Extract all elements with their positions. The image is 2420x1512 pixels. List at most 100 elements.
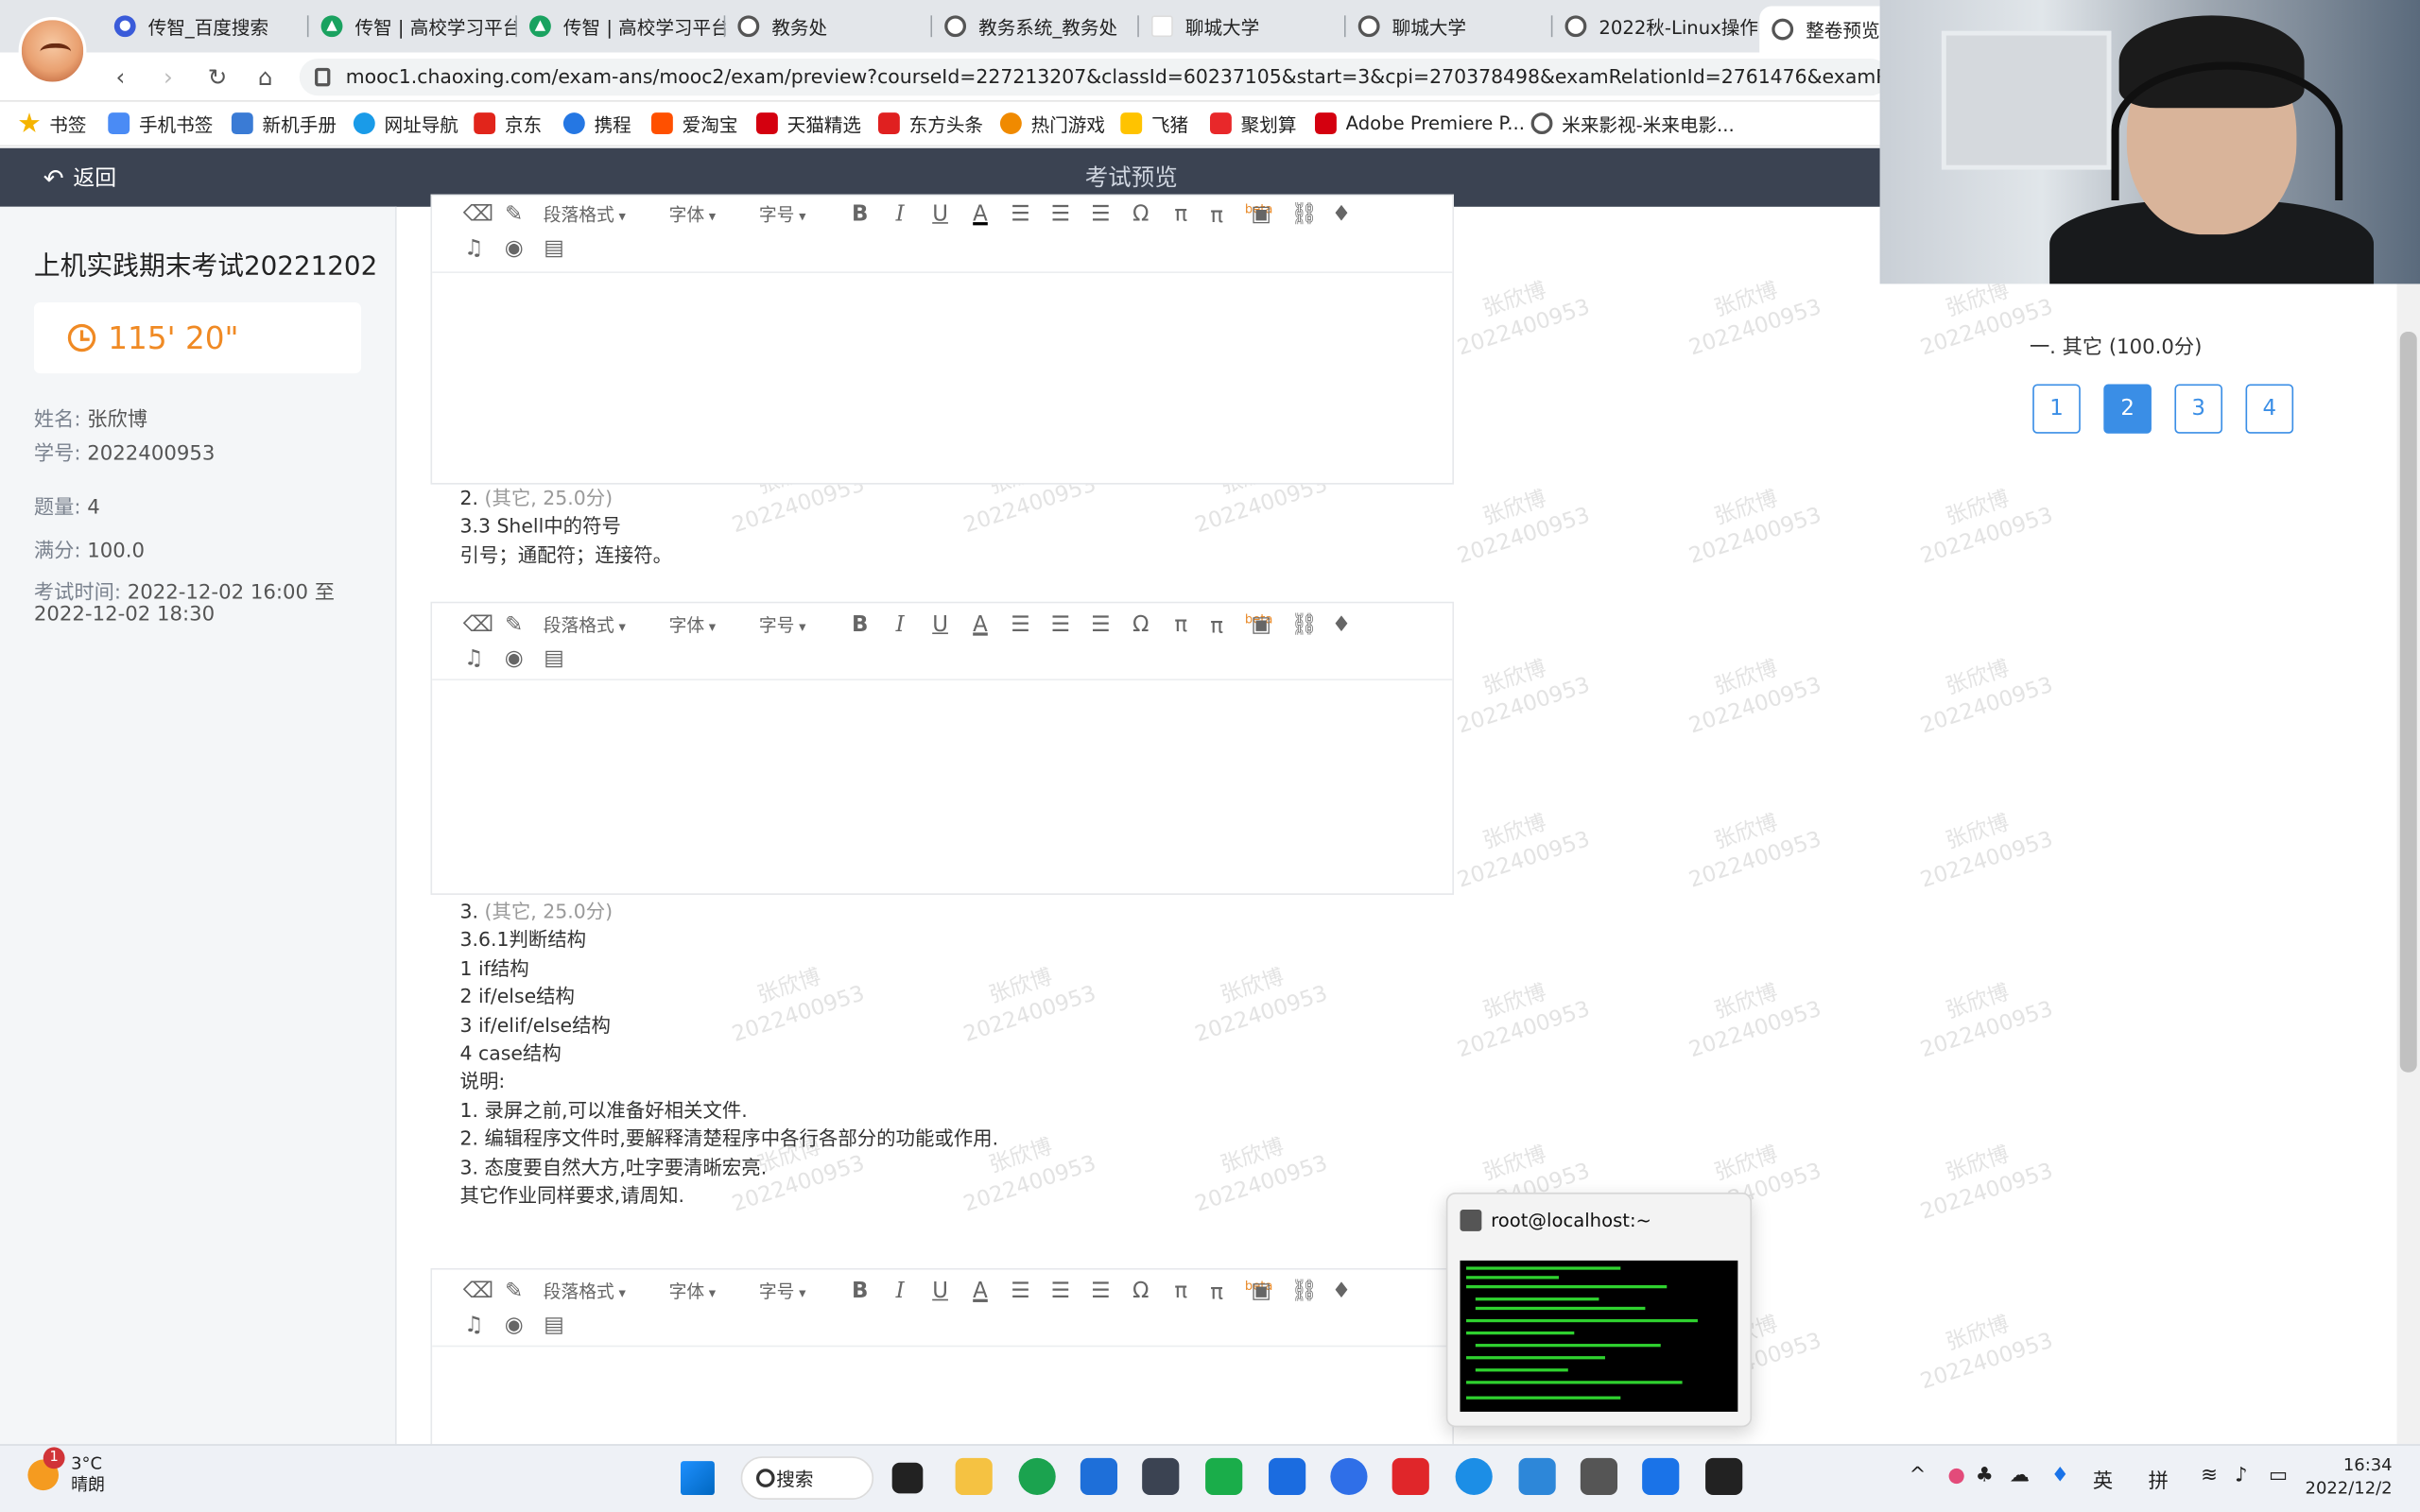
align-center-icon[interactable]: ☰ [1049, 613, 1071, 638]
eraser-icon[interactable]: ⌫ [463, 1280, 493, 1304]
bookmark-item[interactable]: 爱淘宝 [650, 110, 737, 137]
italic-button[interactable]: I [890, 613, 911, 638]
bold-button[interactable]: B [849, 613, 871, 638]
answer-editor[interactable]: ⌫✎ 段落格式 字体 字号 B I U A ☰☰☰ Ω π πbeta ▣⛓♦ … [430, 601, 1454, 895]
link-icon[interactable]: ⛓ [1290, 202, 1318, 227]
answer-editor[interactable]: ⌫✎ 段落格式 字体 字号 B I U A ☰☰☰ Ω π πbeta ▣⛓♦ … [430, 1268, 1454, 1445]
font-dropdown[interactable]: 字体 [669, 202, 717, 227]
browser-tab[interactable]: 聊城大学 [1346, 7, 1553, 46]
image-icon[interactable]: ▣ [1251, 613, 1272, 638]
qq-icon[interactable]: ♣ [1976, 1464, 1994, 1486]
microphone-icon[interactable]: ♦ [1331, 1280, 1353, 1304]
bookmark-item[interactable]: 聚划算 [1210, 110, 1296, 137]
question-nav-button[interactable]: 4 [2245, 384, 2294, 434]
bookmark-item[interactable]: 米来影视-米来电影... [1530, 110, 1735, 137]
align-right-icon[interactable]: ☰ [1090, 613, 1112, 638]
browser-tab[interactable]: 教务系统_教务处 [932, 7, 1139, 46]
forward-nav-icon[interactable]: › [153, 63, 184, 91]
align-left-icon[interactable]: ☰ [1010, 613, 1031, 638]
special-char-button[interactable]: Ω [1130, 202, 1151, 227]
taskbar-window-preview[interactable]: root@localhost:~ [1445, 1193, 1753, 1428]
tray-chevron-icon[interactable]: ^ [1910, 1464, 1927, 1486]
task-view-icon[interactable] [891, 1462, 924, 1494]
battery-icon[interactable]: ▭ [2269, 1464, 2288, 1486]
bookmark-item[interactable]: 东方头条 [877, 110, 983, 137]
link-icon[interactable]: ⛓ [1290, 1280, 1318, 1304]
link-icon[interactable]: ⛓ [1290, 613, 1318, 638]
url-input[interactable]: mooc1.chaoxing.com/exam-ans/mooc2/exam/p… [299, 59, 1890, 96]
question-nav-button[interactable]: 3 [2174, 384, 2223, 434]
lark-icon[interactable] [1269, 1457, 1306, 1496]
font-dropdown[interactable]: 字体 [669, 1280, 717, 1304]
toolbox-icon[interactable]: ▤ [544, 1313, 565, 1337]
ie-browser-icon[interactable] [1455, 1457, 1493, 1496]
microphone-icon[interactable]: ♦ [1331, 202, 1353, 227]
font-size-dropdown[interactable]: 字号 [759, 202, 806, 227]
format-brush-icon[interactable]: ✎ [503, 202, 525, 227]
bookmark-item[interactable]: 手机书签 [108, 110, 213, 137]
music-icon[interactable]: ♫ [463, 1313, 485, 1337]
formula-button[interactable]: π [1170, 1280, 1192, 1304]
wifi-icon[interactable]: ≋ [2201, 1464, 2218, 1486]
netease-music-icon[interactable] [1392, 1457, 1429, 1496]
terminal-app-icon[interactable] [1580, 1457, 1618, 1496]
browser-tab[interactable]: ● 传智_百度搜索 [102, 7, 309, 46]
font-color-button[interactable]: A [970, 613, 992, 638]
font-size-dropdown[interactable]: 字号 [759, 613, 806, 638]
paragraph-format-dropdown[interactable]: 段落格式 [544, 202, 626, 227]
toolbox-icon[interactable]: ▤ [544, 236, 565, 261]
photos-icon[interactable] [1642, 1457, 1680, 1496]
underline-button[interactable]: U [929, 1280, 951, 1304]
image-icon[interactable]: ▣ [1251, 202, 1272, 227]
formula-button[interactable]: π [1170, 613, 1192, 638]
app-cube-icon[interactable] [1142, 1457, 1180, 1496]
input-lang[interactable]: 英 [2093, 1464, 2113, 1493]
formula-beta-button[interactable]: π beta [1210, 612, 1272, 638]
format-brush-icon[interactable]: ✎ [503, 1280, 525, 1304]
eraser-icon[interactable]: ⌫ [463, 202, 493, 227]
store-icon[interactable] [1080, 1457, 1118, 1496]
font-color-button[interactable]: A [970, 1280, 992, 1304]
italic-button[interactable]: I [890, 202, 911, 227]
browser-tab-active[interactable]: 整卷预览 [1759, 6, 1899, 53]
kugou-icon[interactable] [1330, 1457, 1368, 1496]
formula-button[interactable]: π [1170, 202, 1192, 227]
browser-tab[interactable]: 聊城大学 [1139, 7, 1346, 46]
bookmark-item[interactable]: 飞猪 [1120, 110, 1188, 137]
input-method[interactable]: 拼 [2149, 1464, 2169, 1493]
weather-widget[interactable]: 1 3°C 晴朗 [27, 1447, 105, 1497]
file-explorer-icon[interactable] [955, 1457, 993, 1496]
bookmark-item[interactable]: 携程 [562, 110, 631, 137]
align-left-icon[interactable]: ☰ [1010, 1280, 1031, 1304]
italic-button[interactable]: I [890, 1280, 911, 1304]
wechat-icon[interactable] [1205, 1457, 1243, 1496]
profile-avatar[interactable] [18, 16, 87, 85]
bookmark-item[interactable]: 京东 [474, 110, 542, 137]
special-char-button[interactable]: Ω [1130, 613, 1151, 638]
vm-icon[interactable] [1518, 1457, 1556, 1496]
font-color-button[interactable]: A [970, 202, 992, 227]
bookmark-item[interactable]: 书签 [19, 110, 87, 137]
system-clock[interactable]: 16:34 2022/12/2 [2296, 1453, 2393, 1500]
image-icon[interactable]: ▣ [1251, 1280, 1272, 1304]
align-right-icon[interactable]: ☰ [1090, 1280, 1112, 1304]
align-center-icon[interactable]: ☰ [1049, 202, 1071, 227]
taskbar-search[interactable]: 搜索 [740, 1456, 874, 1500]
question-nav-button-current[interactable]: 2 [2103, 384, 2152, 434]
back-nav-icon[interactable]: ‹ [105, 63, 136, 91]
bookmark-item[interactable]: Adobe Premiere P... [1315, 110, 1525, 137]
paragraph-format-dropdown[interactable]: 段落格式 [544, 1280, 626, 1304]
paragraph-format-dropdown[interactable]: 段落格式 [544, 613, 626, 638]
camera-icon[interactable]: ◉ [503, 236, 525, 261]
cloud-icon[interactable]: ☁ [2010, 1464, 2030, 1486]
align-left-icon[interactable]: ☰ [1010, 202, 1031, 227]
formula-beta-button[interactable]: π beta [1210, 202, 1272, 228]
tray-dot-icon[interactable]: ● [1947, 1464, 1965, 1486]
bold-button[interactable]: B [849, 202, 871, 227]
microphone-icon[interactable]: ♦ [1331, 613, 1353, 638]
special-char-button[interactable]: Ω [1130, 1280, 1151, 1304]
scrollbar-thumb[interactable] [2399, 332, 2417, 1073]
answer-editor[interactable]: ⌫✎ 段落格式 字体 字号 B I U A ☰☰☰ Ω π πbeta ▣⛓♦ … [430, 194, 1454, 485]
music-icon[interactable]: ♫ [463, 236, 485, 261]
music-icon[interactable]: ♫ [463, 646, 485, 671]
